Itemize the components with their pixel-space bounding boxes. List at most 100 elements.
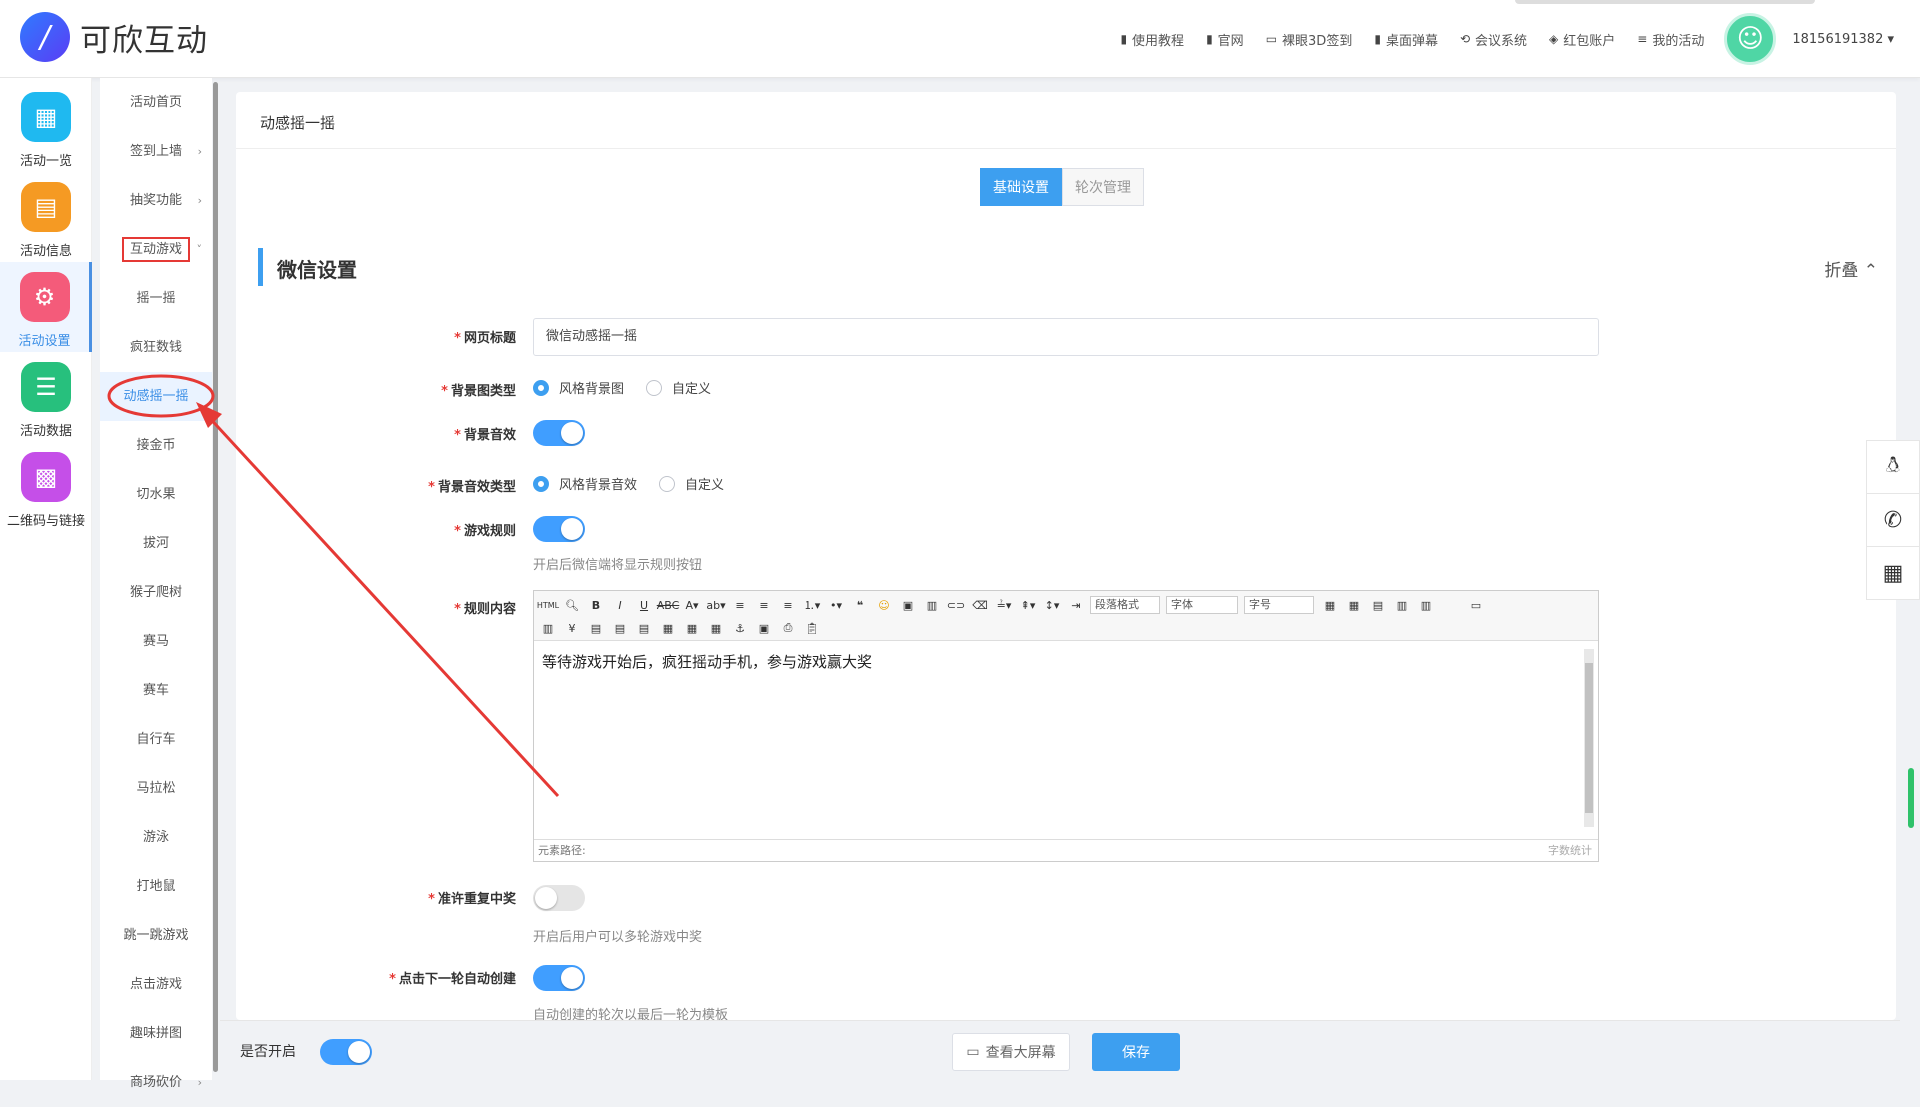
menu-item-lottery[interactable]: 抽奖功能 ›: [100, 176, 212, 225]
menu-item-click-game[interactable]: 点击游戏: [100, 960, 212, 1009]
nav-official-site[interactable]: ▮ 官网: [1206, 30, 1244, 49]
sidebar-item-data[interactable]: ☰ 活动数据: [0, 352, 92, 442]
radio-sound-custom[interactable]: 自定义: [659, 474, 724, 493]
phone-icon[interactable]: ✆: [1866, 493, 1920, 547]
menu-item-marathon[interactable]: 马拉松: [100, 764, 212, 813]
table-icon[interactable]: ▦: [1320, 596, 1340, 614]
fullscreen-icon[interactable]: ▭: [1466, 596, 1486, 614]
sidebar-item-info[interactable]: ▤ 活动信息: [0, 172, 92, 262]
menu-item-horse-race[interactable]: 赛马: [100, 617, 212, 666]
tab-rounds[interactable]: 轮次管理: [1062, 168, 1144, 206]
video-icon[interactable]: ▥: [922, 596, 942, 614]
nav-danmaku[interactable]: ▮ 桌面弹幕: [1374, 30, 1438, 49]
anchor-icon[interactable]: ⚓: [730, 619, 750, 637]
split-cells-icon[interactable]: ▦: [658, 619, 678, 637]
delete-col-icon[interactable]: ¥: [562, 619, 582, 637]
unordered-list-icon[interactable]: •▾: [826, 596, 846, 614]
sidebar-item-overview[interactable]: ▦ 活动一览: [0, 82, 92, 172]
merge-cells-icon[interactable]: ▤: [586, 619, 606, 637]
menu-item-fruit[interactable]: 切水果: [100, 470, 212, 519]
highlight-icon[interactable]: ab▾: [706, 596, 726, 614]
align-center-icon[interactable]: ≡: [754, 596, 774, 614]
view-big-screen-button[interactable]: ▭ 查看大屏幕: [952, 1033, 1070, 1071]
menu-item-car-race[interactable]: 赛车: [100, 666, 212, 715]
enable-switch[interactable]: [320, 1039, 372, 1065]
row-spacing-icon[interactable]: ≟▾: [994, 596, 1014, 614]
qq-service-icon[interactable]: 🐧︎: [1866, 440, 1920, 494]
nav-3d-signin[interactable]: ▭ 裸眼3D签到: [1266, 30, 1353, 49]
menu-item-tug-of-war[interactable]: 拔河: [100, 519, 212, 568]
rich-text-editor[interactable]: HTML 🔍︎ B I U ABC A▾ ab▾ ≡ ≡ ≡ ⒈▾ •▾ ❝ ☺…: [533, 590, 1599, 862]
nav-meeting[interactable]: ⟲ 会议系统: [1460, 30, 1527, 49]
sidebar-item-qrcode[interactable]: ▩ 二维码与链接: [0, 442, 92, 532]
paste-icon[interactable]: 📋︎: [802, 619, 822, 637]
preview-zoom-icon[interactable]: 🔍︎: [562, 596, 582, 614]
user-account-menu[interactable]: 18156191382 ▾: [1792, 32, 1894, 47]
menu-item-catch-coins[interactable]: 接金币: [100, 421, 212, 470]
menu-item-bargain[interactable]: 商场砍价 ›: [100, 1058, 212, 1107]
ordered-list-icon[interactable]: ⒈▾: [802, 596, 822, 614]
merge-down-icon[interactable]: ▤: [634, 619, 654, 637]
image-icon[interactable]: ▣: [898, 596, 918, 614]
radio-sound-style[interactable]: 风格背景音效: [533, 474, 637, 493]
align-left-icon[interactable]: ≡: [730, 596, 750, 614]
table-delete-row-icon[interactable]: ▥: [1416, 596, 1436, 614]
menu-item-count-money[interactable]: 疯狂数钱: [100, 323, 212, 372]
save-button[interactable]: 保存: [1092, 1033, 1180, 1071]
miniprogram-qrcode-icon[interactable]: ▦: [1866, 546, 1920, 600]
menu-item-monkey[interactable]: 猴子爬树: [100, 568, 212, 617]
page-title-input[interactable]: 微信动感摇一摇: [533, 318, 1599, 356]
menu-scrollbar[interactable]: [213, 82, 218, 1072]
menu-item-jump[interactable]: 跳一跳游戏: [100, 911, 212, 960]
underline-icon[interactable]: U: [634, 596, 654, 614]
page-scrollbar[interactable]: [1908, 768, 1914, 828]
link-icon[interactable]: ⊂⊃: [946, 596, 966, 614]
menu-item-dynamic-shake[interactable]: 动感摇一摇: [100, 372, 212, 421]
emoji-icon[interactable]: ☺: [874, 596, 894, 614]
font-family-select[interactable]: 字体: [1166, 596, 1238, 614]
strikethrough-icon[interactable]: ABC: [657, 596, 680, 614]
insert-col-icon[interactable]: ▥: [538, 619, 558, 637]
menu-item-whack-mole[interactable]: 打地鼠: [100, 862, 212, 911]
bg-sound-switch[interactable]: [533, 420, 585, 446]
menu-item-swimming[interactable]: 游泳: [100, 813, 212, 862]
blockquote-icon[interactable]: ❝: [850, 596, 870, 614]
split-cols-icon[interactable]: ▦: [706, 619, 726, 637]
editor-scrollbar[interactable]: [1584, 649, 1594, 827]
picture-icon[interactable]: ▣: [754, 619, 774, 637]
merge-right-icon[interactable]: ▤: [610, 619, 630, 637]
menu-item-bicycle[interactable]: 自行车: [100, 715, 212, 764]
rules-switch[interactable]: [533, 516, 585, 542]
table-insert-caption-icon[interactable]: ▤: [1368, 596, 1388, 614]
line-height-icon[interactable]: ↕▾: [1042, 596, 1062, 614]
font-size-select[interactable]: 字号: [1244, 596, 1314, 614]
html-source-icon[interactable]: HTML: [537, 596, 559, 614]
print-icon[interactable]: ⎙: [778, 619, 798, 637]
collapse-toggle[interactable]: 折叠 ⌃: [1824, 256, 1878, 281]
sidebar-item-settings[interactable]: ⚙ 活动设置: [0, 262, 92, 352]
eraser-icon[interactable]: ⌫: [970, 596, 990, 614]
paragraph-format-select[interactable]: 段落格式: [1090, 596, 1160, 614]
menu-item-puzzle[interactable]: 趣味拼图: [100, 1009, 212, 1058]
font-color-icon[interactable]: A▾: [682, 596, 702, 614]
radio-bg-custom[interactable]: 自定义: [646, 378, 711, 397]
split-rows-icon[interactable]: ▦: [682, 619, 702, 637]
table-insert-row-icon[interactable]: ▥: [1392, 596, 1412, 614]
menu-item-shake[interactable]: 摇一摇: [100, 274, 212, 323]
auto-create-switch[interactable]: [533, 965, 585, 991]
align-right-icon[interactable]: ≡: [778, 596, 798, 614]
nav-tutorial[interactable]: ▮ 使用教程: [1120, 30, 1184, 49]
radio-bg-style[interactable]: 风格背景图: [533, 378, 624, 397]
bold-icon[interactable]: B: [586, 596, 606, 614]
table-delete-icon[interactable]: ▦: [1344, 596, 1364, 614]
menu-item-games[interactable]: 互动游戏 ˅: [100, 225, 212, 274]
tab-basic-settings[interactable]: 基础设置: [980, 168, 1062, 206]
paragraph-spacing-icon[interactable]: ⇞▾: [1018, 596, 1038, 614]
indent-icon[interactable]: ⇥: [1066, 596, 1086, 614]
menu-item-signin[interactable]: 签到上墙 ›: [100, 127, 212, 176]
menu-item-home[interactable]: 活动首页: [100, 78, 212, 127]
editor-content[interactable]: 等待游戏开始后，疯狂摇动手机，参与游戏赢大奖: [542, 651, 872, 672]
nav-my-activities[interactable]: ≡ 我的活动: [1637, 30, 1704, 49]
italic-icon[interactable]: I: [610, 596, 630, 614]
logo[interactable]: / 可欣互动: [20, 12, 208, 62]
